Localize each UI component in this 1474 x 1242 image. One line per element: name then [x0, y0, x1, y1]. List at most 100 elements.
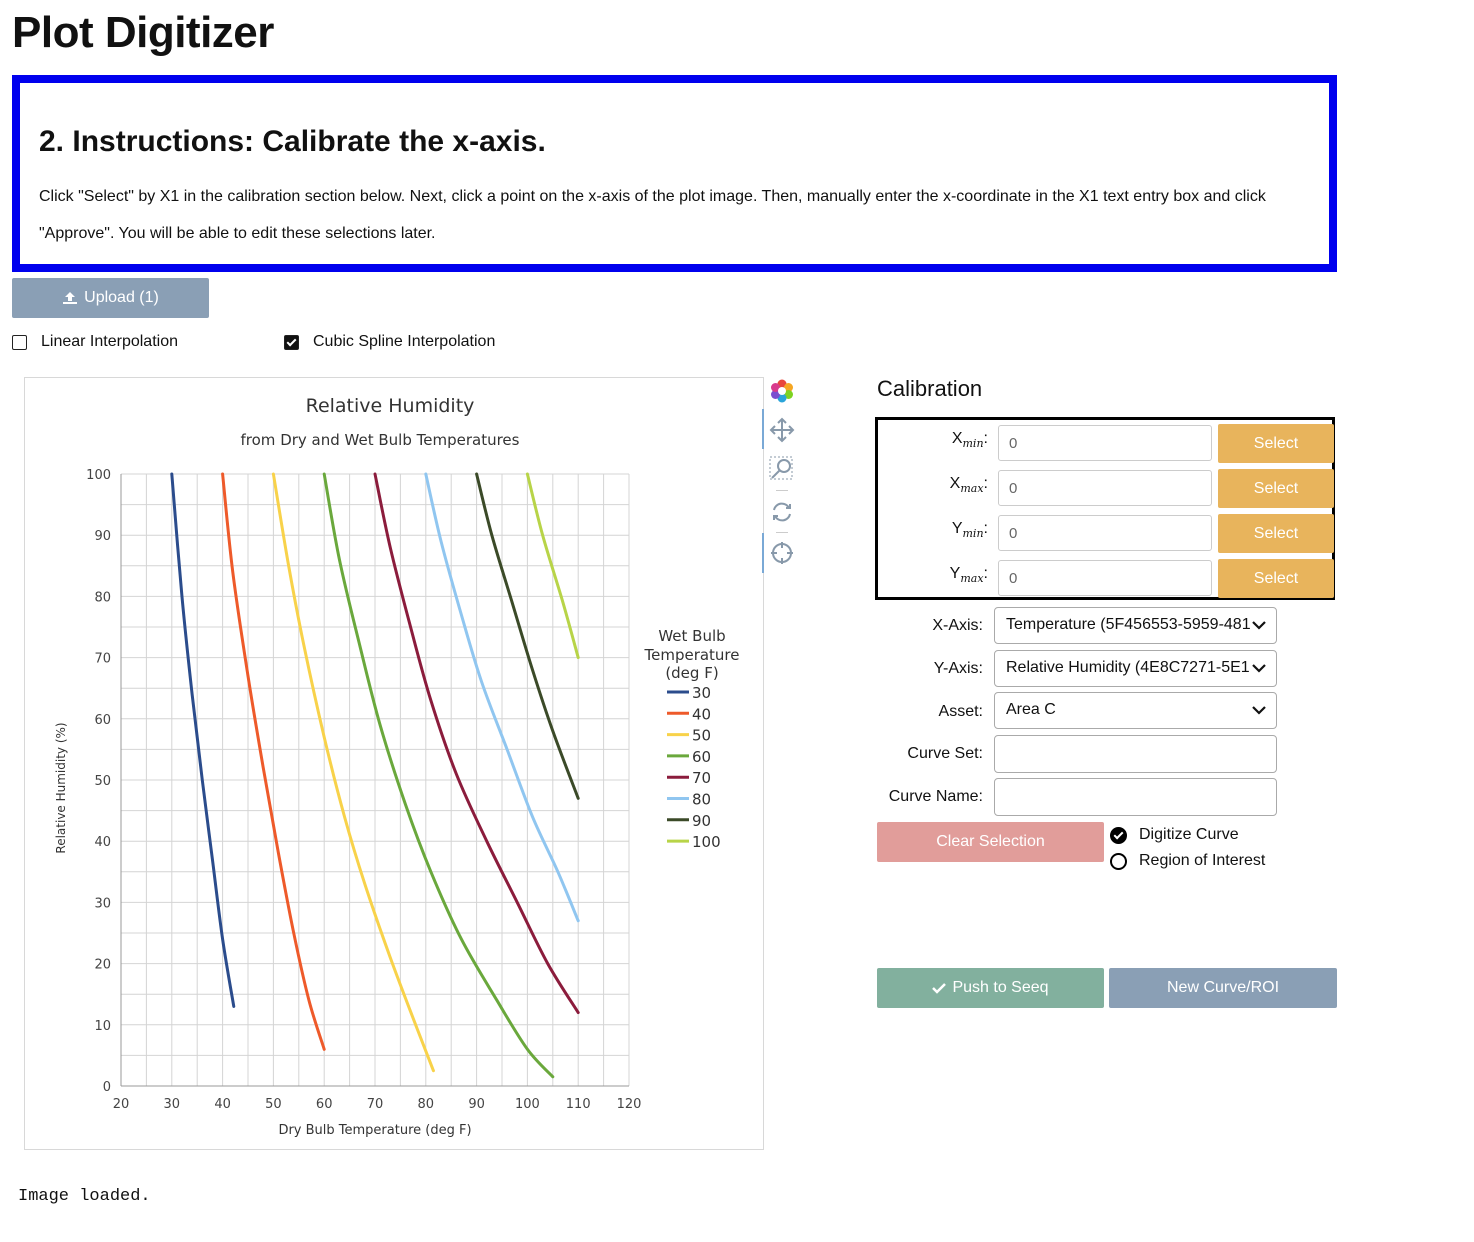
legend-label-70: 70: [692, 769, 711, 787]
ymax-input[interactable]: [998, 560, 1212, 596]
crosshair-icon[interactable]: [768, 539, 796, 567]
xmin-label: Xmin:: [951, 430, 988, 451]
asset-dropdown[interactable]: Area C: [994, 692, 1277, 729]
page-title: Plot Digitizer: [12, 8, 274, 57]
xmin-select-button[interactable]: Select: [1218, 424, 1334, 463]
cubic-spline-label: Cubic Spline Interpolation: [313, 333, 496, 350]
y-tick-label: 70: [94, 652, 111, 667]
x-tick-label: 100: [515, 1097, 540, 1112]
legend-title-line: Wet Bulb: [658, 627, 725, 645]
chart-subtitle: from Dry and Wet Bulb Temperatures: [241, 431, 520, 449]
legend-title-line: (deg F): [665, 664, 718, 682]
x-tick-label: 30: [164, 1097, 181, 1112]
x-tick-label: 120: [617, 1097, 642, 1112]
x-tick-label: 60: [316, 1097, 333, 1112]
y-tick-label: 90: [94, 529, 111, 544]
cubic-spline-checkbox[interactable]: Cubic Spline Interpolation: [284, 333, 495, 351]
x-axis-title: Dry Bulb Temperature (deg F): [278, 1123, 471, 1138]
calibration-row-xmin: Xmin: Select: [878, 422, 1338, 463]
legend-title-line: Temperature: [643, 646, 739, 664]
upload-label: Upload (1): [84, 289, 159, 306]
region-of-interest-radio[interactable]: Region of Interest: [1110, 852, 1265, 870]
push-to-seeq-label: Push to Seeq: [952, 979, 1049, 996]
y-axis-dropdown[interactable]: Relative Humidity (4E8C7271-5E1: [994, 650, 1277, 687]
x-axis-value: Temperature (5F456553-5959-481: [1006, 616, 1251, 633]
x-tick-label: 40: [214, 1097, 231, 1112]
instructions-text: Click "Select" by X1 in the calibration …: [39, 188, 1266, 242]
ymax-select-button[interactable]: Select: [1218, 559, 1334, 598]
legend-label-60: 60: [692, 748, 711, 766]
legend-label-90: 90: [692, 812, 711, 830]
plotly-logo-icon[interactable]: [768, 377, 796, 405]
new-curve-roi-button[interactable]: New Curve/ROI: [1109, 968, 1337, 1008]
legend-label-40: 40: [692, 705, 711, 723]
asset-label: Asset:: [938, 703, 983, 720]
series-line-50: [271, 472, 435, 1073]
roi-radio-dot[interactable]: [1110, 852, 1127, 870]
y-axis-value: Relative Humidity (4E8C7271-5E1: [1006, 659, 1250, 676]
cubic-checkbox-box[interactable]: [284, 334, 299, 350]
upload-button[interactable]: Upload (1): [12, 278, 209, 318]
xmax-select-button[interactable]: Select: [1218, 469, 1334, 508]
series-line-60: [322, 472, 555, 1079]
x-tick-label: 90: [468, 1097, 485, 1112]
clear-selection-button[interactable]: Clear Selection: [877, 822, 1104, 862]
x-tick-label: 50: [265, 1097, 282, 1112]
linear-interpolation-label: Linear Interpolation: [41, 333, 178, 350]
ymin-input[interactable]: [998, 515, 1212, 551]
y-axis-title: Relative Humidity (%): [54, 722, 68, 853]
linear-checkbox-box[interactable]: [12, 334, 27, 350]
y-tick-label: 0: [103, 1080, 111, 1095]
calibration-panel: Xmin: Select Xmax: Select Ymin: Select Y…: [875, 417, 1335, 600]
zoom-box-icon[interactable]: [768, 455, 796, 483]
curve-set-label: Curve Set:: [907, 745, 983, 762]
xmin-input[interactable]: [998, 425, 1212, 461]
chart-svg[interactable]: 20 30 40 50 60 70 80 90 100 110 120 0 10 20 30 40 50 60 70…: [25, 378, 763, 1149]
calibration-title: Calibration: [877, 376, 983, 401]
calibration-row-ymin: Ymin: Select: [878, 512, 1338, 553]
x-tick-label: 80: [418, 1097, 435, 1112]
ymax-label: Ymax:: [949, 565, 988, 586]
y-axis-label: Y-Axis:: [933, 660, 983, 677]
series-line-30: [170, 472, 236, 1008]
y-tick-label: 40: [94, 835, 111, 850]
plot-image[interactable]: 20 30 40 50 60 70 80 90 100 110 120 0 10 20 30 40 50 60 70…: [24, 377, 764, 1150]
x-axis-dropdown[interactable]: Temperature (5F456553-5959-481: [994, 607, 1277, 644]
y-tick-label: 100: [86, 468, 111, 483]
reset-axes-icon[interactable]: [768, 498, 796, 526]
y-tick-label: 50: [94, 774, 111, 789]
legend-label-80: 80: [692, 791, 711, 809]
y-tick-label: 60: [94, 713, 111, 728]
ymin-select-button[interactable]: Select: [1218, 514, 1334, 553]
x-tick-label: 20: [113, 1097, 130, 1112]
xmax-input[interactable]: [998, 470, 1212, 506]
chart-title: Relative Humidity: [306, 395, 475, 417]
digitize-radio-dot[interactable]: [1110, 826, 1127, 844]
instructions-heading: 2. Instructions: Calibrate the x-axis.: [39, 125, 546, 158]
chevron-down-icon: [1252, 706, 1266, 715]
calibration-row-xmax: Xmax: Select: [878, 467, 1338, 508]
status-message: Image loaded.: [18, 1187, 151, 1206]
check-icon: [932, 983, 947, 994]
push-to-seeq-button[interactable]: Push to Seeq: [877, 968, 1104, 1008]
x-tick-label: 110: [566, 1097, 591, 1112]
plot-toolbar: [762, 377, 802, 577]
instructions-panel: 2. Instructions: Calibrate the x-axis. C…: [12, 75, 1337, 272]
curve-name-input[interactable]: [994, 778, 1277, 816]
legend-label-100: 100: [692, 833, 721, 851]
digitize-curve-radio[interactable]: Digitize Curve: [1110, 826, 1239, 844]
curve-set-input[interactable]: [994, 735, 1277, 773]
xmax-label: Xmax:: [949, 475, 988, 496]
y-tick-label: 80: [94, 590, 111, 605]
digitize-curve-label: Digitize Curve: [1139, 826, 1239, 843]
linear-interpolation-checkbox[interactable]: Linear Interpolation: [12, 333, 178, 351]
asset-value: Area C: [1006, 701, 1056, 718]
x-tick-label: 70: [367, 1097, 384, 1112]
chevron-down-icon: [1252, 621, 1266, 630]
y-tick-label: 30: [94, 896, 111, 911]
pan-icon[interactable]: [768, 416, 796, 444]
legend-label-30: 30: [692, 684, 711, 702]
x-axis-label: X-Axis:: [932, 617, 983, 634]
upload-icon: [63, 292, 78, 304]
region-of-interest-label: Region of Interest: [1139, 852, 1266, 869]
